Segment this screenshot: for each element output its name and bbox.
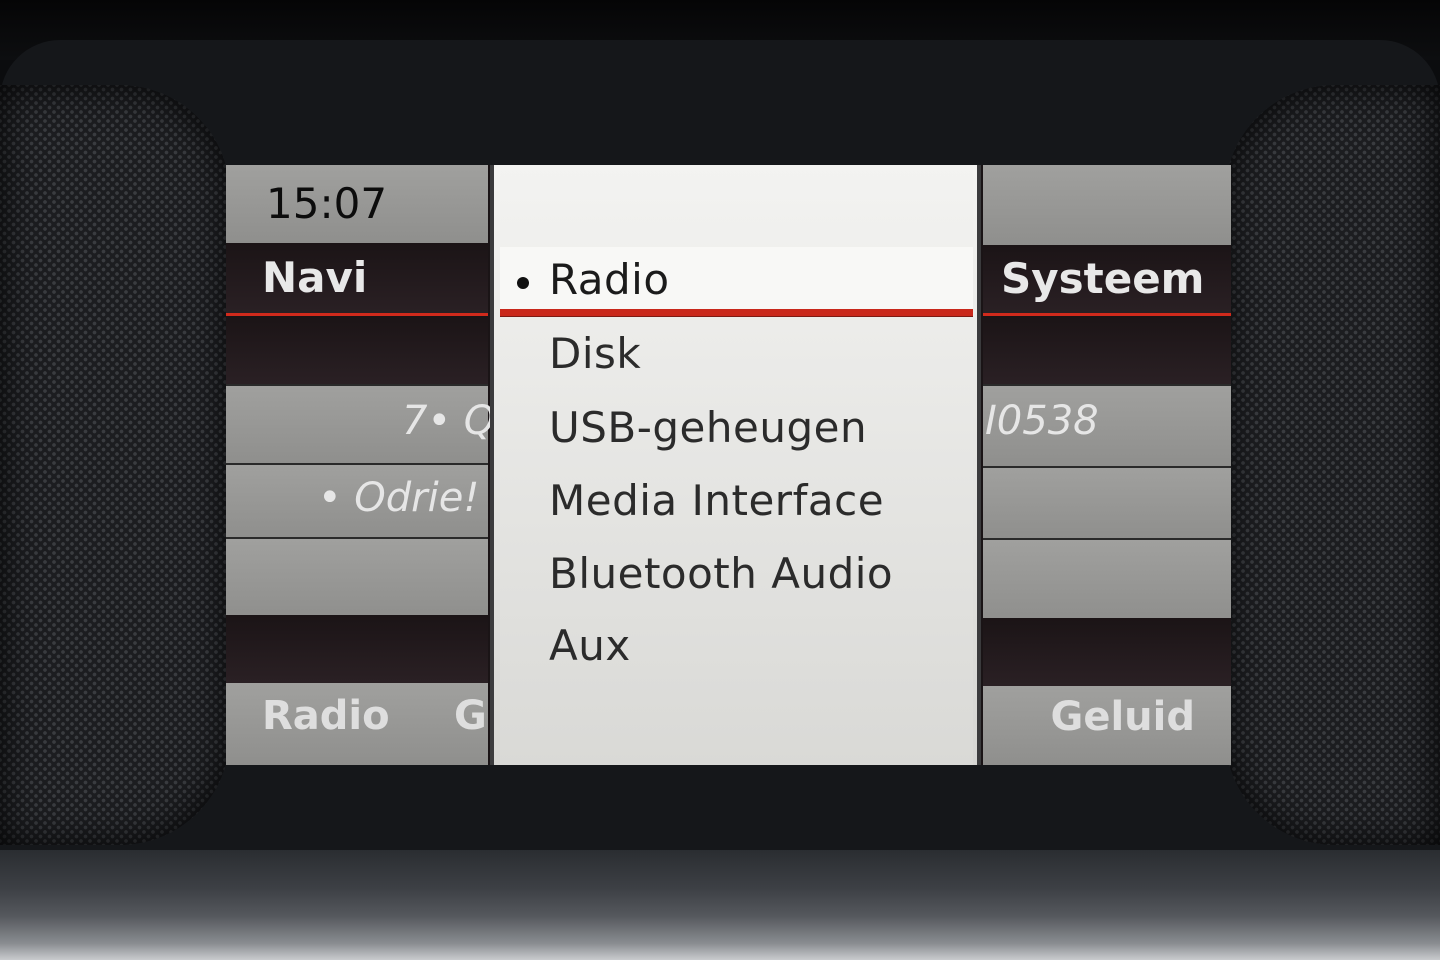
clock: 15:07 (266, 179, 388, 228)
menu-item-disk[interactable]: Disk (549, 329, 641, 378)
selection-underline (500, 309, 973, 316)
footer-bar-left: Radio G (226, 683, 488, 765)
menu-item-media-interface[interactable]: Media Interface (549, 476, 884, 525)
right-panel: Systeem I0538 Geluid (983, 165, 1231, 765)
menu-item-radio[interactable]: Radio (549, 255, 670, 304)
empty-row (226, 615, 488, 683)
dashboard-trim (0, 850, 1440, 960)
empty-row (226, 316, 488, 384)
menu-item-aux[interactable]: Aux (549, 621, 631, 670)
list-item-text: I0538 (985, 398, 1099, 444)
footer-partial-button[interactable]: G (454, 693, 487, 739)
list-item (983, 538, 1231, 620)
list-item (983, 466, 1231, 538)
list-item: I0538 (983, 384, 1231, 466)
empty-row (983, 316, 1231, 384)
footer-geluid-button[interactable]: Geluid (1051, 694, 1196, 740)
status-bar: 15:07 (226, 165, 488, 243)
menu-item-bluetooth-audio[interactable]: Bluetooth Audio (549, 549, 893, 598)
empty-row (983, 618, 1231, 686)
menu-item-usb[interactable]: USB-geheugen (549, 403, 867, 452)
infotainment-screen: 15:07 Navi 7• Q • Odrie! Radio G Systeem… (226, 165, 1231, 765)
list-item-text: • Odrie! (318, 475, 480, 521)
nav-tab-systeem[interactable]: Systeem (983, 245, 1231, 313)
selected-bullet-icon (517, 277, 529, 289)
nav-tab-navi[interactable]: Navi (226, 243, 488, 313)
list-item: • Odrie! (226, 463, 488, 537)
source-menu: Radio Disk USB-geheugen Media Interface … (490, 165, 981, 765)
footer-bar-right: Geluid (983, 686, 1231, 765)
left-panel: 15:07 Navi 7• Q • Odrie! Radio G (226, 165, 495, 765)
footer-radio-button[interactable]: Radio (262, 693, 390, 739)
list-item: 7• Q (226, 384, 495, 463)
speaker-grille-left (0, 85, 230, 845)
nav-tab-navi-label: Navi (262, 253, 368, 302)
list-item (226, 537, 488, 617)
status-bar-right (983, 165, 1231, 245)
source-menu-list: Radio Disk USB-geheugen Media Interface … (500, 165, 973, 765)
speaker-grille-right (1225, 85, 1440, 845)
nav-tab-systeem-label: Systeem (1001, 254, 1205, 303)
list-item-text: 7• Q (402, 398, 496, 444)
